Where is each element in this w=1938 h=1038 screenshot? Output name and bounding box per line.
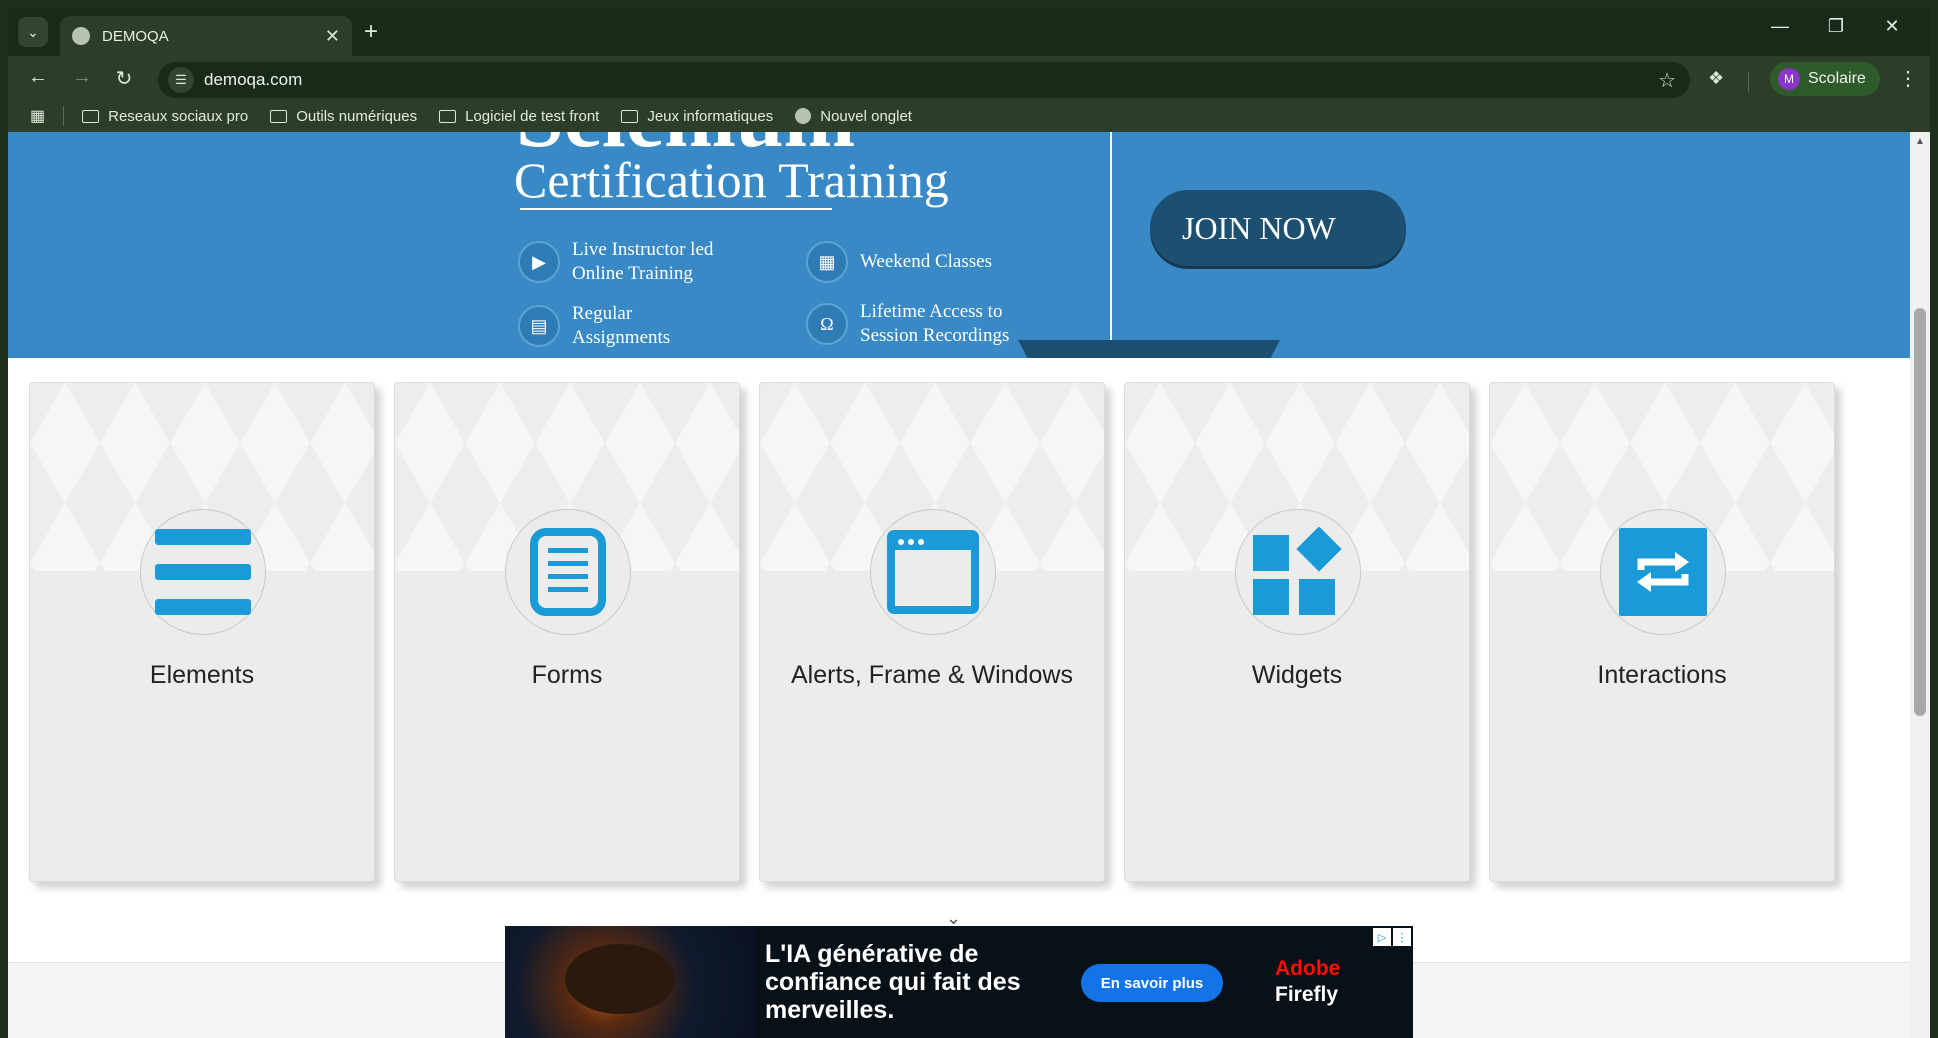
restore-icon[interactable]: ❐ (1808, 16, 1864, 37)
bookmark-label: Reseaux sociaux pro (108, 107, 249, 125)
globe-icon (72, 27, 90, 45)
site-settings-icon[interactable]: ☰ (168, 67, 194, 93)
folder-icon (270, 109, 288, 123)
bookmark-folder[interactable]: Jeux informatiques (621, 108, 773, 125)
card-forms[interactable]: Forms (394, 382, 740, 882)
minimize-icon[interactable]: — (1752, 16, 1808, 37)
avatar: M (1778, 68, 1800, 90)
bookmark-label: Jeux informatiques (647, 107, 774, 125)
card-alerts-frame-windows[interactable]: Alerts, Frame & Windows (759, 382, 1105, 882)
feature-text: Regular (572, 303, 633, 324)
feature-lifetime-access: Ω Lifetime Access to Session Recordings (806, 300, 1009, 348)
feature-live-training: ▶ Live Instructor led Online Training (518, 238, 713, 286)
bookmark-folder[interactable]: Reseaux sociaux pro (82, 108, 248, 125)
card-icon-circle (140, 509, 266, 635)
new-tab-plus-icon[interactable]: + (364, 20, 378, 44)
close-tab-icon[interactable]: ✕ (325, 26, 340, 47)
banner-underline (520, 208, 832, 210)
card-label: Elements (149, 661, 255, 689)
scrollbar-thumb[interactable] (1914, 308, 1926, 716)
banner-ribbon (1018, 340, 1280, 358)
ad-illustration (505, 926, 755, 1038)
tab-search-chevron-icon[interactable]: ⌄ (18, 17, 48, 47)
browser-window: ⌄ DEMOQA ✕ + — ❐ ✕ ← → ↻ ☰ ☆ ❖ M Scolair… (8, 8, 1930, 1038)
widgets-icon (1253, 527, 1342, 615)
page-content: Selenium Certification Training ▶ Live I… (8, 132, 1910, 1038)
card-label: Forms (531, 661, 603, 689)
browser-menu-kebab-icon[interactable]: ⋮ (1898, 66, 1918, 91)
play-icon: ▶ (518, 241, 560, 283)
url-input[interactable] (204, 70, 1659, 90)
close-window-icon[interactable]: ✕ (1864, 16, 1920, 37)
tab-title: DEMOQA (102, 27, 169, 45)
bookmarks-divider (63, 106, 65, 126)
headphones-icon: Ω (806, 303, 848, 345)
vertical-scrollbar[interactable]: ▲ (1910, 132, 1930, 1038)
folder-icon (82, 109, 100, 123)
toolbar-divider (1748, 72, 1749, 92)
bookmark-label: Nouvel onglet (820, 107, 912, 125)
ad-tree-image (565, 944, 675, 1014)
tab-strip: ⌄ DEMOQA ✕ + — ❐ ✕ (8, 8, 1930, 56)
card-label: Alerts, Frame & Windows (790, 661, 1073, 689)
ad-cta-button[interactable]: En savoir plus (1081, 964, 1223, 1002)
ad-menu-icon[interactable]: ⋮ (1393, 928, 1411, 946)
feature-assignments: ▤ Regular Assignments (518, 302, 670, 350)
card-label: Widgets (1251, 661, 1343, 689)
bookmark-star-icon[interactable]: ☆ (1658, 68, 1676, 93)
bookmark-label: Logiciel de test front (465, 107, 600, 125)
card-icon-circle (505, 509, 631, 635)
ad-headline: L'IA générative de confiance qui fait de… (765, 940, 1021, 1024)
feature-text: Session Recordings (860, 325, 1010, 346)
forward-arrow-icon[interactable]: → (70, 66, 94, 89)
banner-divider (1110, 132, 1112, 340)
card-interactions[interactable]: Interactions (1489, 382, 1835, 882)
back-arrow-icon[interactable]: ← (26, 66, 50, 89)
adobe-firefly-ad[interactable]: L'IA générative de confiance qui fait de… (505, 926, 1413, 1038)
adchoices-icon[interactable]: ▷ (1373, 928, 1391, 946)
apps-grid-icon[interactable]: ▦ (30, 106, 45, 126)
swap-arrows-icon (1619, 528, 1707, 616)
card-label: Interactions (1597, 661, 1727, 689)
feature-text: Online Training (572, 263, 693, 284)
calendar-icon: ▦ (806, 241, 848, 283)
profile-button[interactable]: M Scolaire (1770, 62, 1880, 96)
reload-icon[interactable]: ↻ (112, 66, 136, 91)
ad-brand-adobe: Adobe (1275, 957, 1341, 980)
document-icon: ▤ (518, 305, 560, 347)
hamburger-icon (155, 529, 251, 615)
bookmark-label: Outils numériques (296, 107, 418, 125)
globe-icon (795, 108, 812, 124)
ad-choices: ▷ ⋮ (1373, 928, 1411, 946)
ad-brand-firefly: Firefly (1275, 983, 1339, 1006)
feature-weekend-classes: ▦ Weekend Classes (806, 238, 992, 286)
feature-text: Weekend Classes (860, 251, 992, 272)
ad-brand-logo: Adobe Firefly (1275, 956, 1340, 1008)
scroll-up-arrow-icon[interactable]: ▲ (1915, 136, 1925, 147)
card-icon-circle (870, 509, 996, 635)
tab-demoqa[interactable]: DEMOQA ✕ (60, 16, 352, 56)
selenium-training-banner[interactable]: Selenium Certification Training ▶ Live I… (8, 132, 1910, 358)
folder-icon (439, 109, 457, 123)
bookmarks-bar: ▦ Reseaux sociaux pro Outils numériques … (8, 100, 1930, 132)
banner-subheading: Certification Training (514, 152, 949, 208)
feature-text: Lifetime Access to (860, 301, 1003, 322)
bookmark-link[interactable]: Nouvel onglet (795, 108, 912, 125)
card-widgets[interactable]: Widgets (1124, 382, 1470, 882)
card-elements[interactable]: Elements (29, 382, 375, 882)
window-icon (887, 530, 979, 614)
form-icon (530, 528, 606, 616)
feature-text: Assignments (572, 327, 671, 348)
browser-toolbar: ← → ↻ ☰ ☆ ❖ M Scolaire ⋮ (8, 56, 1930, 100)
address-bar[interactable]: ☰ ☆ (158, 62, 1690, 98)
join-now-button[interactable]: JOIN NOW (1150, 190, 1406, 266)
extensions-puzzle-icon[interactable]: ❖ (1708, 68, 1724, 89)
bookmark-folder[interactable]: Logiciel de test front (439, 108, 599, 125)
card-icon-circle (1235, 509, 1361, 635)
folder-icon (621, 109, 639, 123)
feature-text: Live Instructor led (572, 239, 714, 260)
bookmark-folder[interactable]: Outils numériques (270, 108, 417, 125)
profile-name: Scolaire (1808, 70, 1866, 87)
card-icon-circle (1600, 509, 1726, 635)
